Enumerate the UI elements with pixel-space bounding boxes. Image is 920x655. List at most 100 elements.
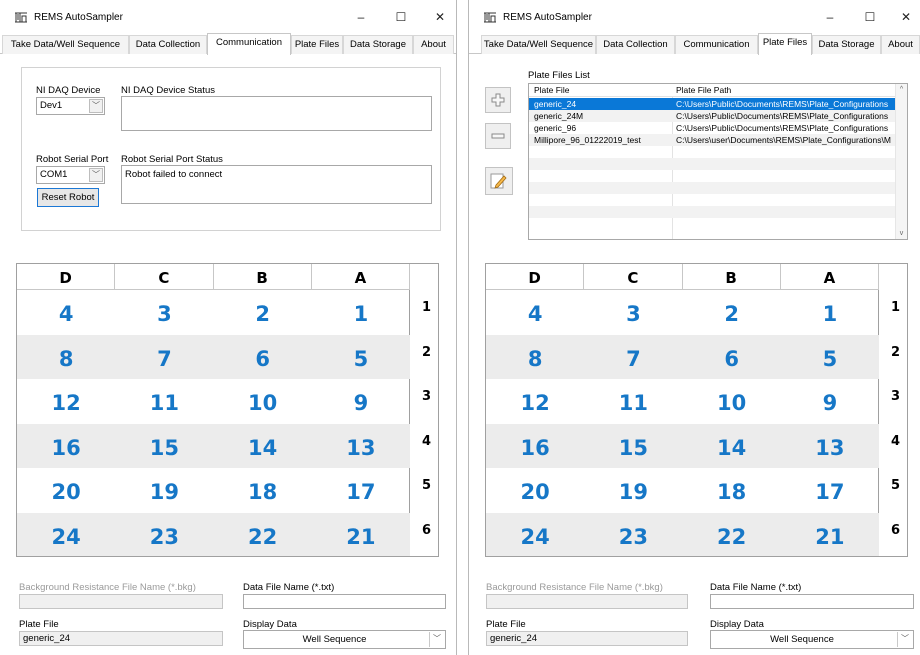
display-data-select[interactable]: Well Sequence ﹀ bbox=[243, 630, 446, 649]
well-cell[interactable]: 18 bbox=[214, 468, 312, 512]
well-cell[interactable]: 1 bbox=[312, 290, 410, 334]
well-cell[interactable]: 17 bbox=[312, 468, 410, 512]
list-header: Plate File Plate File Path bbox=[529, 84, 896, 97]
ni-daq-device-select[interactable]: Dev1 ﹀ bbox=[36, 97, 105, 115]
well-cell[interactable]: 7 bbox=[115, 335, 213, 379]
display-data-value: Well Sequence bbox=[770, 634, 834, 645]
tab-communication[interactable]: Communication bbox=[675, 35, 758, 54]
remove-icon[interactable] bbox=[485, 123, 511, 149]
tab-data-storage[interactable]: Data Storage bbox=[343, 35, 413, 54]
well-cell[interactable]: 12 bbox=[17, 379, 115, 423]
well-cell[interactable]: 24 bbox=[17, 513, 115, 556]
well-cell[interactable]: 15 bbox=[584, 424, 682, 468]
empty-row bbox=[529, 182, 896, 194]
chevron-up-icon[interactable]: ^ bbox=[896, 86, 907, 93]
minimize-button[interactable]: – bbox=[814, 7, 846, 27]
well-cell[interactable]: 22 bbox=[214, 513, 312, 556]
plate-row-label: 4 bbox=[891, 433, 901, 449]
maximize-button[interactable]: ☐ bbox=[854, 7, 886, 27]
well-cell[interactable]: 15 bbox=[115, 424, 213, 468]
well-cell[interactable]: 8 bbox=[17, 335, 115, 379]
well-cell[interactable]: 19 bbox=[584, 468, 682, 512]
well-cell[interactable]: 23 bbox=[584, 513, 682, 556]
list-item[interactable]: generic_96 C:\Users\Public\Documents\REM… bbox=[529, 122, 896, 134]
well-cell[interactable]: 11 bbox=[584, 379, 682, 423]
close-button[interactable]: ✕ bbox=[424, 7, 456, 27]
reset-robot-button[interactable]: Reset Robot bbox=[37, 188, 99, 207]
data-file-input[interactable] bbox=[710, 594, 914, 609]
chevron-down-icon[interactable]: v bbox=[896, 230, 907, 237]
tab-take-data[interactable]: Take Data/Well Sequence bbox=[2, 35, 129, 54]
well-cell[interactable]: 8 bbox=[486, 335, 584, 379]
list-item[interactable]: Millipore_96_01222019_test C:\Users\user… bbox=[529, 134, 896, 146]
well-cell[interactable]: 2 bbox=[683, 290, 781, 334]
well-cell[interactable]: 17 bbox=[781, 468, 879, 512]
well-cell[interactable]: 18 bbox=[683, 468, 781, 512]
well-cell[interactable]: 7 bbox=[584, 335, 682, 379]
well-cell[interactable]: 14 bbox=[683, 424, 781, 468]
chevron-down-icon[interactable]: ﹀ bbox=[897, 632, 912, 647]
tab-data-collection[interactable]: Data Collection bbox=[129, 35, 207, 54]
tab-plate-files[interactable]: Plate Files bbox=[758, 33, 812, 55]
well-cell[interactable]: 4 bbox=[486, 290, 584, 334]
well-plate-grid: D C B A 4 3 2 1 8 7 6 5 12 11 10 9 16 15 14 13 20 19 18 17 24 23 2… bbox=[16, 263, 439, 557]
list-scrollbar[interactable]: ^ v bbox=[895, 84, 907, 239]
well-cell[interactable]: 20 bbox=[17, 468, 115, 512]
well-plate-table: D C B A 4 3 2 1 8 7 6 5 12 11 10 9 16 15 14 13 20 19 18 17 24 23 2… bbox=[486, 264, 879, 556]
column-header-plate-file-path[interactable]: Plate File Path bbox=[676, 84, 894, 96]
well-cell[interactable]: 13 bbox=[312, 424, 410, 468]
tab-data-storage[interactable]: Data Storage bbox=[812, 35, 881, 54]
well-cell[interactable]: 16 bbox=[486, 424, 584, 468]
well-cell[interactable]: 9 bbox=[781, 379, 879, 423]
edit-icon[interactable] bbox=[485, 167, 513, 195]
well-cell[interactable]: 3 bbox=[115, 290, 213, 334]
well-cell[interactable]: 23 bbox=[115, 513, 213, 556]
tab-take-data[interactable]: Take Data/Well Sequence bbox=[481, 35, 596, 54]
well-cell[interactable]: 3 bbox=[584, 290, 682, 334]
file-settings-panel: Background Resistance File Name (*.bkg) … bbox=[469, 580, 920, 655]
well-cell[interactable]: 19 bbox=[115, 468, 213, 512]
robot-serial-port-select[interactable]: COM1 ﹀ bbox=[36, 166, 105, 184]
data-file-input[interactable] bbox=[243, 594, 446, 609]
well-cell[interactable]: 2 bbox=[214, 290, 312, 334]
tab-plate-files[interactable]: Plate Files bbox=[291, 35, 343, 54]
chevron-down-icon[interactable]: ﹀ bbox=[429, 632, 444, 647]
tab-communication[interactable]: Communication bbox=[207, 33, 291, 55]
tab-about[interactable]: About bbox=[413, 35, 454, 54]
well-cell[interactable]: 24 bbox=[486, 513, 584, 556]
well-cell[interactable]: 5 bbox=[312, 335, 410, 379]
well-cell[interactable]: 10 bbox=[683, 379, 781, 423]
well-cell[interactable]: 6 bbox=[214, 335, 312, 379]
well-cell[interactable]: 1 bbox=[781, 290, 879, 334]
add-icon[interactable] bbox=[485, 87, 511, 113]
well-cell[interactable]: 4 bbox=[17, 290, 115, 334]
plate-row: 24 23 22 21 bbox=[17, 513, 410, 556]
well-cell[interactable]: 10 bbox=[214, 379, 312, 423]
plate-row-label: 5 bbox=[422, 478, 432, 494]
well-cell[interactable]: 9 bbox=[312, 379, 410, 423]
chevron-down-icon[interactable]: ﹀ bbox=[89, 99, 103, 113]
well-cell[interactable]: 20 bbox=[486, 468, 584, 512]
plate-files-list[interactable]: Plate File Plate File Path generic_24 C:… bbox=[528, 83, 908, 240]
tab-data-collection[interactable]: Data Collection bbox=[596, 35, 675, 54]
well-cell[interactable]: 21 bbox=[781, 513, 879, 556]
column-header-plate-file[interactable]: Plate File bbox=[534, 84, 569, 96]
chevron-down-icon[interactable]: ﹀ bbox=[89, 168, 103, 182]
well-cell[interactable]: 22 bbox=[683, 513, 781, 556]
tab-about[interactable]: About bbox=[881, 35, 920, 54]
list-item[interactable]: generic_24M C:\Users\Public\Documents\RE… bbox=[529, 110, 896, 122]
close-button[interactable]: ✕ bbox=[890, 7, 920, 27]
display-data-select[interactable]: Well Sequence ﹀ bbox=[710, 630, 914, 649]
well-cell[interactable]: 11 bbox=[115, 379, 213, 423]
empty-row bbox=[529, 170, 896, 182]
well-cell[interactable]: 14 bbox=[214, 424, 312, 468]
well-cell[interactable]: 12 bbox=[486, 379, 584, 423]
well-cell[interactable]: 16 bbox=[17, 424, 115, 468]
minimize-button[interactable]: – bbox=[345, 7, 377, 27]
list-item[interactable]: generic_24 C:\Users\Public\Documents\REM… bbox=[529, 98, 896, 110]
well-cell[interactable]: 13 bbox=[781, 424, 879, 468]
well-cell[interactable]: 5 bbox=[781, 335, 879, 379]
maximize-button[interactable]: ☐ bbox=[385, 7, 417, 27]
well-cell[interactable]: 6 bbox=[683, 335, 781, 379]
well-cell[interactable]: 21 bbox=[312, 513, 410, 556]
